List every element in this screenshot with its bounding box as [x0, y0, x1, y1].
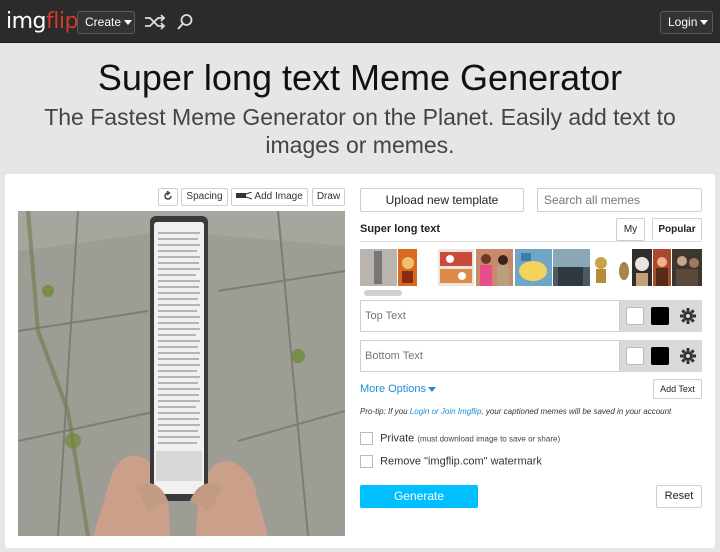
top-text-input[interactable]: [360, 300, 620, 332]
draw-button[interactable]: Draw: [312, 188, 345, 206]
template-thumbnail[interactable]: [653, 249, 671, 286]
tab-popular[interactable]: Popular: [652, 218, 702, 241]
chevron-down-icon: [124, 20, 133, 26]
search-memes-input[interactable]: [537, 188, 702, 212]
tab-my[interactable]: My: [616, 218, 645, 241]
private-option: Private (must download image to save or …: [360, 432, 560, 445]
more-options-link[interactable]: More Options: [360, 383, 437, 395]
upload-template-button[interactable]: Upload new template: [360, 188, 524, 212]
watermark-label: Remove "imgflip.com" watermark: [380, 455, 542, 468]
template-thumbnail[interactable]: [360, 249, 397, 286]
private-checkbox[interactable]: [360, 432, 373, 445]
text-box-row-top: [360, 300, 702, 332]
create-label: Create: [85, 15, 122, 29]
text-color-swatch[interactable]: [626, 307, 644, 325]
add-image-icon: [236, 191, 253, 200]
login-label: Login: [668, 15, 698, 29]
template-thumbnail[interactable]: [553, 249, 590, 286]
logo-text-img: img: [6, 9, 47, 34]
chevron-down-icon: [428, 386, 437, 392]
bottom-text-input[interactable]: [360, 340, 620, 372]
imgflip-logo[interactable]: imgflip: [6, 11, 78, 33]
private-note: (must download image to save or share): [417, 434, 561, 444]
top-nav-bar: imgflip Create Login: [0, 0, 720, 43]
outline-color-swatch[interactable]: [651, 347, 669, 365]
more-options-label: More Options: [360, 383, 427, 395]
template-thumbnail[interactable]: [398, 249, 417, 286]
text-color-swatch[interactable]: [626, 347, 644, 365]
template-thumbnail[interactable]: [476, 249, 513, 286]
page-title: Super long text Meme Generator: [97, 57, 623, 98]
create-menu-button[interactable]: Create: [77, 11, 135, 34]
template-thumbnail[interactable]: [672, 249, 702, 286]
meme-image-canvas[interactable]: [18, 211, 345, 536]
template-title: Super long text: [360, 223, 441, 235]
outline-color-swatch[interactable]: [651, 307, 669, 325]
spacing-button[interactable]: Spacing: [181, 188, 228, 206]
template-thumbnail[interactable]: [632, 249, 652, 286]
login-menu-button[interactable]: Login: [660, 11, 713, 34]
template-thumbnail[interactable]: [438, 249, 474, 286]
shuffle-icon[interactable]: [144, 13, 166, 31]
thumbnail-scrollbar[interactable]: [364, 290, 402, 296]
login-join-link[interactable]: Login or Join Imgflip: [410, 407, 482, 416]
watermark-option: Remove "imgflip.com" watermark: [360, 455, 542, 468]
gear-icon[interactable]: [678, 306, 698, 326]
template-thumbnails: [360, 249, 702, 286]
chevron-down-icon: [700, 20, 709, 26]
gear-icon[interactable]: [678, 346, 698, 366]
reset-button[interactable]: Reset: [656, 485, 702, 508]
logo-text-flip: flip: [46, 9, 78, 34]
generate-button[interactable]: Generate: [360, 485, 478, 508]
add-text-button[interactable]: Add Text: [653, 379, 702, 399]
protip-prefix: Pro-tip: If you: [360, 407, 410, 416]
text-box-row-bottom: [360, 340, 702, 372]
protip-suffix: , your captioned memes will be saved in …: [481, 407, 672, 416]
rotate-button[interactable]: [158, 188, 178, 206]
meme-template-image: [18, 211, 345, 536]
add-image-label: Add Image: [254, 191, 303, 202]
page-subtitle: The Fastest Meme Generator on the Planet…: [44, 104, 676, 158]
search-icon[interactable]: [176, 13, 194, 31]
rotate-icon: [164, 190, 172, 201]
divider: [360, 241, 702, 242]
template-thumbnail[interactable]: [593, 249, 610, 286]
add-image-button[interactable]: Add Image: [231, 188, 308, 206]
pro-tip: Pro-tip: If you Login or Join Imgflip, y…: [360, 407, 671, 416]
template-thumbnail[interactable]: [515, 249, 552, 286]
remove-watermark-checkbox[interactable]: [360, 455, 373, 468]
private-label: Private: [380, 432, 415, 445]
template-thumbnail[interactable]: [616, 249, 631, 286]
